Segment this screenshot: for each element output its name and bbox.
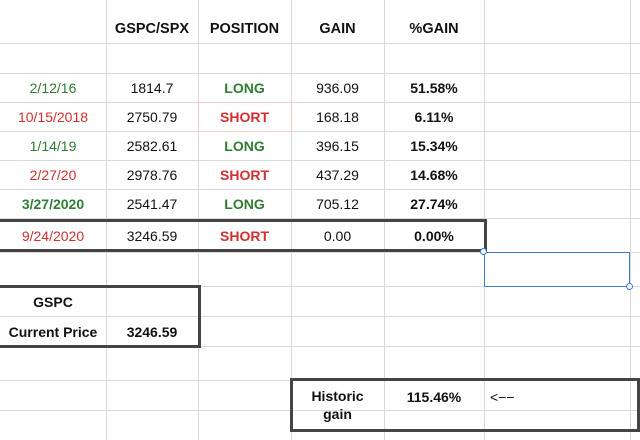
position-cell[interactable]: SHORT: [198, 160, 291, 189]
historic-gain-value[interactable]: 115.46%: [384, 382, 484, 411]
price-cell[interactable]: 2978.76: [106, 160, 198, 189]
date-cell[interactable]: 10/15/2018: [0, 102, 106, 131]
date-cell[interactable]: 9/24/2020: [0, 221, 106, 250]
gain-cell[interactable]: 936.09: [291, 73, 384, 102]
price-cell[interactable]: 3246.59: [106, 221, 198, 250]
grid-line: [0, 43, 640, 44]
header-gain[interactable]: GAIN: [291, 14, 384, 43]
pct-gain-cell[interactable]: 6.11%: [384, 102, 484, 131]
price-cell[interactable]: 2750.79: [106, 102, 198, 131]
historic-gain-label[interactable]: Historic gain: [291, 382, 384, 428]
position-cell[interactable]: LONG: [198, 131, 291, 160]
gain-cell[interactable]: 0.00: [291, 221, 384, 250]
gain-cell[interactable]: 396.15: [291, 131, 384, 160]
selection-handle[interactable]: [480, 248, 487, 255]
historic-label-line2: gain: [323, 406, 352, 422]
selection-handle[interactable]: [626, 283, 633, 290]
gain-cell[interactable]: 437.29: [291, 160, 384, 189]
gain-cell[interactable]: 705.12: [291, 189, 384, 218]
symbol-label[interactable]: GSPC: [0, 287, 106, 316]
pct-gain-cell[interactable]: 14.68%: [384, 160, 484, 189]
pct-gain-cell[interactable]: 0.00%: [384, 221, 484, 250]
header-position[interactable]: POSITION: [198, 14, 291, 43]
historic-label-line1: Historic: [311, 388, 364, 404]
position-cell[interactable]: LONG: [198, 73, 291, 102]
pct-gain-cell[interactable]: 51.58%: [384, 73, 484, 102]
gain-cell[interactable]: 168.18: [291, 102, 384, 131]
price-cell[interactable]: 2541.47: [106, 189, 198, 218]
date-cell[interactable]: 2/27/20: [0, 160, 106, 189]
date-cell[interactable]: 1/14/19: [0, 131, 106, 160]
date-cell[interactable]: 2/12/16: [0, 73, 106, 102]
pct-gain-cell[interactable]: 15.34%: [384, 131, 484, 160]
price-cell[interactable]: 1814.7: [106, 73, 198, 102]
pct-gain-cell[interactable]: 27.74%: [384, 189, 484, 218]
selected-cell[interactable]: [484, 252, 630, 287]
position-cell[interactable]: SHORT: [198, 102, 291, 131]
arrow-annotation[interactable]: <−−: [490, 382, 550, 411]
header-index[interactable]: GSPC/SPX: [106, 14, 198, 43]
date-cell[interactable]: 3/27/2020: [0, 189, 106, 218]
header-pct-gain[interactable]: %GAIN: [384, 14, 484, 43]
price-cell[interactable]: 2582.61: [106, 131, 198, 160]
current-price-label[interactable]: Current Price: [0, 317, 106, 346]
grid-line: [630, 0, 631, 440]
current-price-value[interactable]: 3246.59: [106, 317, 198, 346]
position-cell[interactable]: LONG: [198, 189, 291, 218]
position-cell[interactable]: SHORT: [198, 221, 291, 250]
